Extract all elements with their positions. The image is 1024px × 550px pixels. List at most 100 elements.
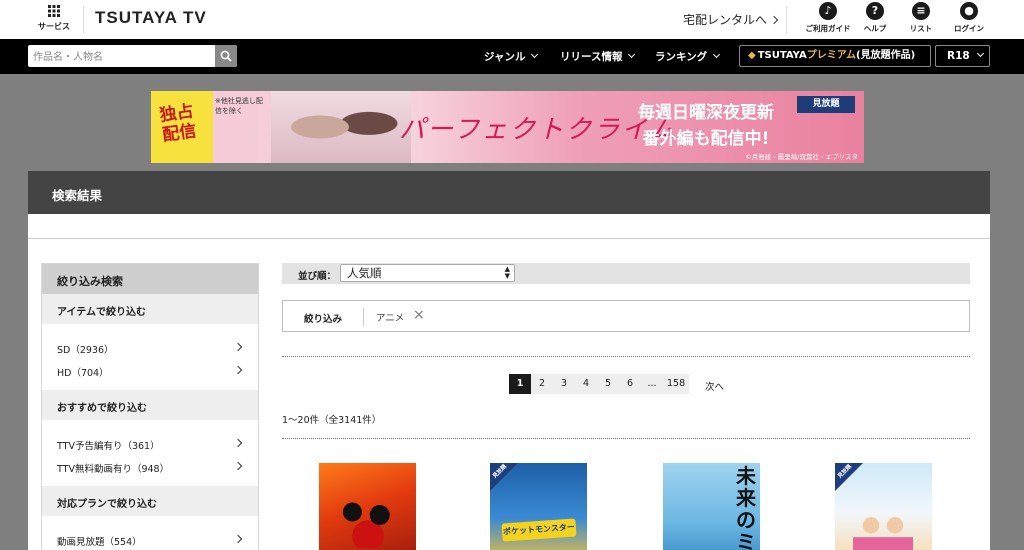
help-button[interactable]: ? ヘルプ [850, 2, 900, 34]
chevron-right-icon [233, 461, 243, 471]
poster-artwork [329, 488, 407, 548]
sidebar-section-recommend: おすすめで絞り込む [42, 390, 258, 420]
chevron-down-icon [628, 50, 636, 59]
page-link-3[interactable]: 3 [553, 374, 575, 394]
filter-label: 絞り込み [304, 314, 343, 325]
chevron-down-icon [713, 50, 721, 59]
sort-select[interactable]: 人気順 ▲ ▼ [340, 264, 515, 282]
nav-bar: ジャンル リリース情報 ランキング ◆TSUTAYAプレミアム(見放題作品) R… [0, 39, 1024, 74]
sort-bar: 並び順： 人気順 ▲ ▼ [282, 263, 970, 284]
banner-promo-line1: 毎週日曜深夜更新 [638, 103, 774, 123]
premium-name: プレミアム [806, 50, 857, 61]
sidebar-item-hd[interactable]: HD（704） [42, 359, 258, 382]
divider [282, 438, 970, 439]
chevron-right-icon [233, 365, 243, 375]
page-link-2[interactable]: 2 [531, 374, 553, 394]
sidebar-item-label: TTV無料動画有り（948） [57, 464, 170, 475]
premium-suffix: (見放題作品) [856, 50, 916, 61]
top-header: サービス TSUTAYA TV 宅配レンタルへ ♪ ご利用ガイド ? ヘルプ ≡… [0, 0, 1024, 39]
premium-brand: TSUTAYA [757, 50, 807, 61]
page-link-last[interactable]: 158 [663, 374, 689, 394]
nav-ranking[interactable]: ランキング [655, 49, 721, 64]
list-button[interactable]: ≡ リスト [896, 2, 946, 34]
exclusive-badge: 独占配信 [151, 91, 213, 163]
search-input[interactable] [28, 46, 214, 69]
help-icon: ? [866, 2, 884, 20]
chevron-right-icon [233, 438, 243, 448]
title-poster[interactable]: 見放題 [835, 463, 932, 550]
title-poster[interactable] [319, 463, 416, 550]
nav-release[interactable]: リリース情報 [560, 49, 636, 64]
page-link-4[interactable]: 4 [575, 374, 597, 394]
grid-icon [48, 5, 60, 17]
help-label: ヘルプ [863, 24, 887, 33]
exclusive-label: 独占配信 [158, 101, 198, 146]
site-logo[interactable]: TSUTAYA TV [95, 8, 207, 28]
nav-genre[interactable]: ジャンル [484, 49, 539, 64]
page-link-1[interactable]: 1 [509, 374, 531, 394]
nav-genre-label: ジャンル [484, 51, 526, 63]
sidebar-item-label: 動画見放題（554） [57, 537, 142, 548]
page-ellipsis: ... [647, 378, 657, 389]
sidebar-item-free-video[interactable]: TTV無料動画有り（948） [42, 455, 258, 478]
services-label: サービス [38, 22, 70, 31]
nav-ranking-label: ランキング [655, 51, 708, 63]
banner-copyright: ©月島綾・鳳里崎/双葉社・エブリスタ [745, 153, 858, 161]
close-icon[interactable]: × [413, 307, 425, 323]
list-label: リスト [909, 24, 933, 33]
chevron-down-icon [531, 50, 539, 59]
promo-banner[interactable]: 独占配信 ※他社見逃し配信を除く パーフェクトクライム 毎週日曜深夜更新 番外編… [151, 91, 864, 163]
guide-label: ご利用ガイド [805, 24, 851, 33]
exclusive-note: ※他社見逃し配信を除く [215, 97, 263, 115]
search-box [28, 45, 237, 69]
chevron-down-icon [976, 49, 984, 58]
rental-link[interactable]: 宅配レンタルへ [683, 11, 779, 28]
poster-logo: ポケットモンスター [501, 518, 577, 542]
chevron-right-icon [769, 15, 779, 25]
r18-label: R18 [947, 50, 970, 62]
sidebar-item-trailer[interactable]: TTV予告編有り（361） [42, 432, 258, 455]
login-label: ログイン [954, 24, 984, 33]
active-filters: 絞り込み アニメ × [282, 300, 970, 332]
sidebar-item-label: SD（2936） [57, 345, 114, 356]
guide-icon: ♪ [819, 2, 837, 20]
sidebar-item-unlimited[interactable]: 動画見放題（554） [42, 528, 258, 550]
results-panel: 検索結果 絞り込み検索 アイテムで絞り込む SD（2936） HD（704） お… [28, 171, 990, 550]
chevron-right-icon [233, 534, 243, 544]
sidebar-item-label: HD（704） [57, 368, 109, 379]
banner-promo-line2: 番外編も配信中! [642, 129, 770, 149]
select-arrows-icon: ▲ ▼ [504, 265, 510, 280]
title-poster[interactable]: 未来のミ [663, 463, 760, 550]
divider [282, 356, 970, 357]
sidebar-section-item: アイテムで絞り込む [42, 294, 258, 324]
banner-promo: 毎週日曜深夜更新 番外編も配信中! [621, 100, 791, 152]
search-icon [220, 50, 232, 62]
chevron-right-icon [233, 342, 243, 352]
banner-cast-image [271, 91, 411, 163]
page-title: 検索結果 [28, 171, 990, 214]
premium-button[interactable]: ◆ TSUTAYAプレミアム(見放題作品) [739, 45, 931, 67]
divider [363, 308, 364, 326]
sidebar-item-label: TTV予告編有り（361） [57, 441, 160, 452]
divider [786, 6, 787, 33]
user-icon: ● [960, 2, 978, 20]
search-button[interactable] [215, 45, 237, 67]
filter-chip: アニメ [376, 313, 405, 324]
services-menu[interactable]: サービス [28, 4, 80, 36]
rental-link-label: 宅配レンタルへ [683, 13, 768, 27]
sidebar-title: 絞り込み検索 [42, 264, 258, 294]
page-link-5[interactable]: 5 [597, 374, 619, 394]
guide-button[interactable]: ♪ ご利用ガイド [803, 2, 853, 34]
page-link-6[interactable]: 6 [619, 374, 641, 394]
diamond-icon: ◆ [748, 50, 756, 61]
sort-label: 並び順： [298, 271, 337, 282]
unlimited-badge: 見放題 [797, 96, 855, 113]
title-poster[interactable]: 見放題 ポケットモンスター [490, 463, 587, 550]
r18-dropdown[interactable]: R18 [935, 45, 990, 67]
divider [83, 6, 84, 33]
next-page-link[interactable]: 次へ [705, 379, 724, 393]
poster-title: 未来のミ [736, 464, 756, 550]
list-icon: ≡ [912, 2, 930, 20]
login-button[interactable]: ● ログイン [944, 2, 994, 34]
sidebar-item-sd[interactable]: SD（2936） [42, 336, 258, 359]
